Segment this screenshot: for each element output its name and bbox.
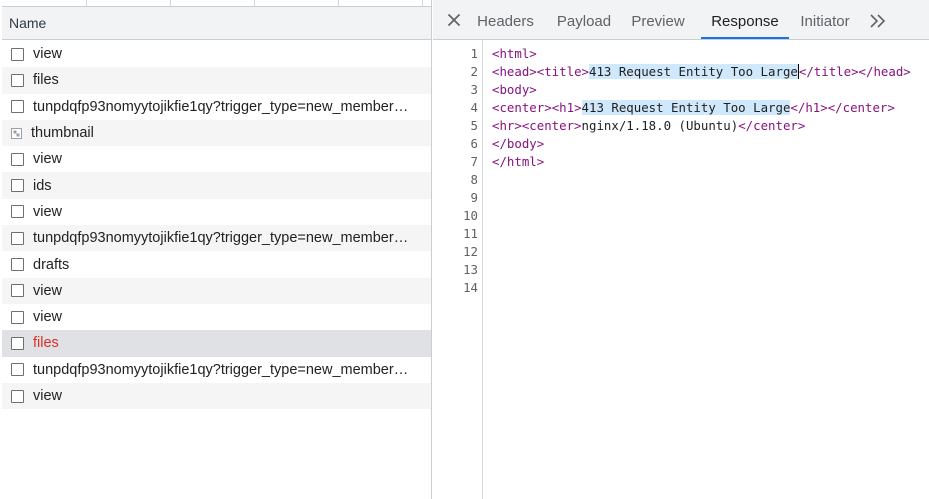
request-name: ids [33,177,52,194]
request-name: view [33,282,63,299]
request-detail-panel: Headers Payload Preview Response Initiator 1… [433,0,929,499]
row-checkbox[interactable] [11,363,24,377]
highlighted-text: 413 Request Entity Too Large [581,100,791,115]
row-checkbox[interactable] [11,389,24,403]
code-line: </body> [492,136,545,151]
request-row[interactable]: tunpdqfp93nomyytojikfie1qy?trigger_type=… [2,357,431,383]
line-number: 5 [470,118,478,133]
response-code[interactable]: <html> <head><title>413 Request Entity To… [492,40,929,499]
request-name: view [33,309,63,326]
tab-initiator[interactable]: Initiator [790,0,860,39]
row-checkbox[interactable] [11,336,24,350]
request-row[interactable]: tunpdqfp93nomyytojikfie1qy?trigger_type=… [2,225,431,252]
response-editor[interactable]: 1 2 3 4 5 6 7 8 9 10 11 12 13 14 <html> <head><title>4… [433,40,929,499]
chevron-double-right-icon[interactable] [868,13,888,29]
line-number: 8 [470,172,478,187]
row-checkbox[interactable] [11,73,24,87]
row-checkbox[interactable] [11,258,24,272]
timeline-strip [2,0,431,7]
request-row[interactable]: view [2,304,431,330]
request-name: view [33,46,63,63]
request-row[interactable]: view [2,41,431,67]
close-icon[interactable] [445,11,463,29]
line-number: 3 [470,82,478,97]
row-checkbox[interactable] [11,284,24,298]
line-number: 2 [470,64,478,79]
request-name: thumbnail [31,125,94,142]
row-checkbox[interactable] [11,100,24,114]
line-number: 4 [470,100,478,115]
line-number: 11 [463,226,478,241]
request-name: view [33,388,63,404]
code-line: <hr><center>nginx/1.18.0 (Ubuntu)</cente… [492,118,806,133]
code-line: <head><title>413 Request Entity Too Larg… [492,64,911,79]
line-number: 7 [470,154,478,169]
highlighted-text: 413 Request Entity Too Large [588,64,799,79]
row-checkbox[interactable] [11,310,24,324]
row-checkbox[interactable] [11,205,24,219]
tab-preview[interactable]: Preview [626,0,690,39]
row-checkbox[interactable] [11,179,24,193]
request-name: drafts [33,256,70,273]
request-row[interactable]: thumbnail [2,119,431,147]
request-name: view [33,151,63,168]
request-name: files [33,335,59,352]
tab-response[interactable]: Response [701,0,789,39]
code-line: </html> [492,154,545,169]
request-row[interactable]: view [2,277,431,304]
request-name: tunpdqfp93nomyytojikfie1qy?trigger_type=… [33,98,409,115]
line-number: 1 [470,46,478,61]
line-number: 9 [470,190,478,205]
detail-tab-bar: Headers Payload Preview Response Initiator [433,0,929,40]
row-checkbox[interactable] [11,231,24,245]
line-number: 10 [463,208,478,223]
request-row[interactable]: view [2,146,431,172]
line-number-gutter: 1 2 3 4 5 6 7 8 9 10 11 12 13 14 [433,40,483,499]
line-number: 13 [463,262,478,277]
image-icon [11,127,22,139]
request-name: files [33,72,59,89]
name-column-header[interactable]: Name [2,7,431,40]
request-row[interactable]: view [2,199,431,225]
request-rows: view files tunpdqfp93nomyytojikfie1qy?trig… [2,41,431,410]
line-number: 12 [463,244,478,259]
row-checkbox[interactable] [11,47,24,61]
code-line: <html> [492,46,537,61]
line-number: 14 [463,280,478,295]
request-name: tunpdqfp93nomyytojikfie1qy?trigger_type=… [33,361,409,378]
request-row[interactable]: files [2,330,431,357]
request-row[interactable]: files [2,67,431,94]
request-row[interactable]: view [2,382,431,410]
request-row[interactable]: tunpdqfp93nomyytojikfie1qy?trigger_type=… [2,94,431,120]
request-row[interactable]: drafts [2,251,431,277]
request-list-panel: Name view files tunpdqfp93nomyytojikfie1qy… [2,0,432,499]
request-row[interactable]: ids [2,172,431,199]
request-name: tunpdqfp93nomyytojikfie1qy?trigger_type=… [33,230,409,247]
request-name: view [33,203,63,220]
line-number: 6 [470,136,478,151]
row-checkbox[interactable] [11,152,24,166]
tab-payload[interactable]: Payload [550,0,618,39]
code-line: <body> [492,82,537,97]
tab-headers[interactable]: Headers [470,0,541,39]
code-line: <center><h1>413 Request Entity Too Large… [492,100,895,115]
